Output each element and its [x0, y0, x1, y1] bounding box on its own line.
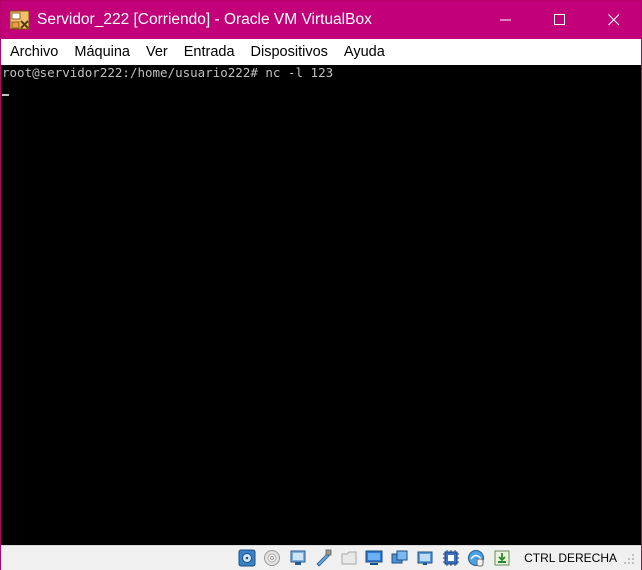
terminal-line: root@servidor222:/home/usuario222# nc -l… [2, 65, 334, 80]
status-bar: CTRL DERECHA [1, 545, 641, 570]
menu-ayuda[interactable]: Ayuda [338, 44, 391, 60]
shared-folders-icon[interactable] [363, 547, 385, 569]
text-cursor [2, 94, 9, 96]
recording-icon[interactable] [414, 547, 436, 569]
virtualbox-vm-icon[interactable] [9, 9, 31, 31]
minimize-icon [500, 19, 511, 21]
menu-dispositivos[interactable]: Dispositivos [245, 44, 334, 60]
cpu-virtualization-icon[interactable] [440, 547, 462, 569]
usb-icon[interactable] [338, 547, 360, 569]
maximize-button[interactable] [533, 1, 587, 39]
menu-archivo[interactable]: Archivo [4, 44, 64, 60]
display-icon[interactable] [389, 547, 411, 569]
optical-drive-icon[interactable] [261, 547, 283, 569]
terminal-cursor-line [2, 81, 641, 97]
maximize-icon [554, 14, 565, 25]
title-bar[interactable]: Servidor_222 [Corriendo] - Oracle VM Vir… [1, 1, 641, 39]
minimize-button[interactable] [479, 1, 533, 39]
audio-icon[interactable] [287, 547, 309, 569]
mouse-integration-icon[interactable] [465, 547, 487, 569]
close-button[interactable] [587, 1, 641, 39]
menu-entrada[interactable]: Entrada [178, 44, 241, 60]
network-icon[interactable] [312, 547, 334, 569]
menu-bar: Archivo Máquina Ver Entrada Dispositivos… [1, 39, 641, 65]
resize-grip[interactable] [623, 552, 635, 564]
virtualbox-window: Servidor_222 [Corriendo] - Oracle VM Vir… [0, 0, 642, 570]
host-key-label[interactable]: CTRL DERECHA [524, 551, 617, 565]
window-title: Servidor_222 [Corriendo] - Oracle VM Vir… [37, 11, 372, 28]
hard-disk-icon[interactable] [236, 547, 258, 569]
vm-console-display[interactable]: root@servidor222:/home/usuario222# nc -l… [1, 65, 641, 545]
menu-maquina[interactable]: Máquina [68, 44, 136, 60]
keyboard-capture-icon[interactable] [491, 547, 513, 569]
menu-ver[interactable]: Ver [140, 44, 174, 60]
close-icon [608, 14, 620, 26]
